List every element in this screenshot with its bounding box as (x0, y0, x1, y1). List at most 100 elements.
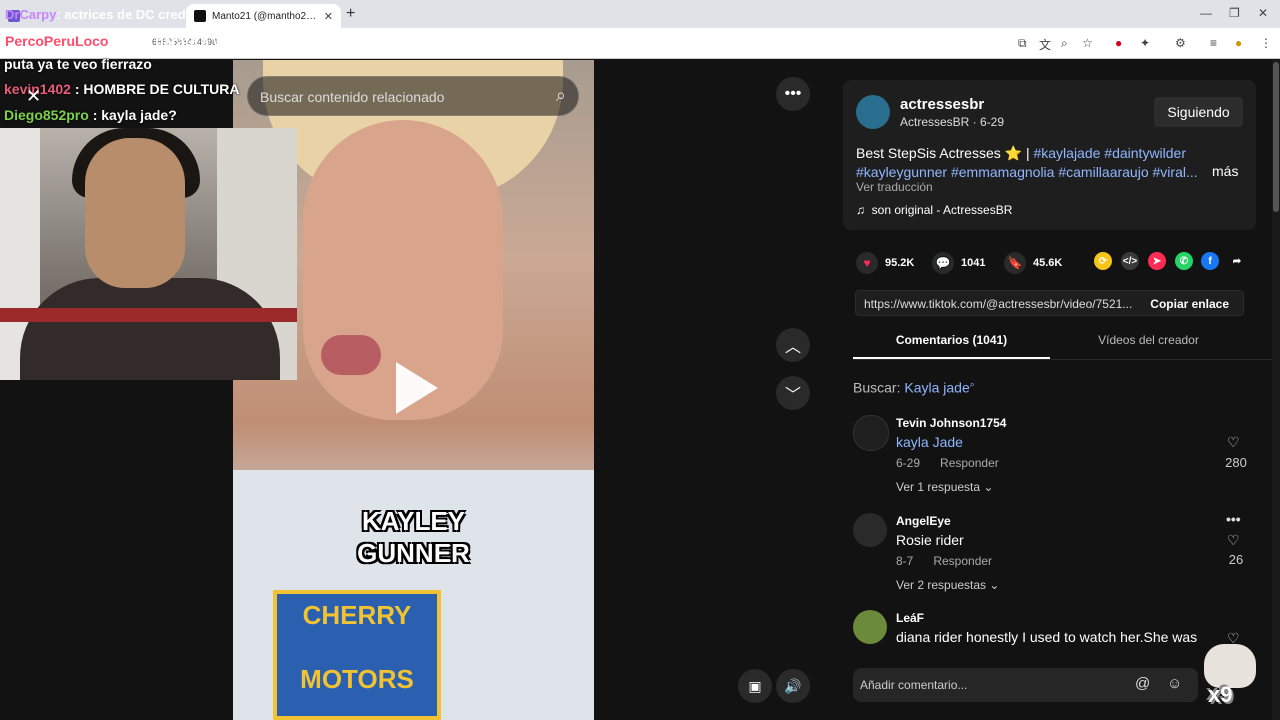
chevron-down-icon[interactable]: ﹀ (776, 376, 810, 410)
translate-link[interactable]: Ver traducción (856, 180, 933, 194)
mention-icon[interactable]: @ (1135, 675, 1150, 692)
play-icon[interactable] (396, 362, 438, 414)
search-placeholder: Buscar contenido relacionado (260, 89, 445, 105)
tab-title: Manto21 (@mantho21) | TikTok (212, 10, 318, 22)
minimize-icon[interactable]: — (1200, 6, 1212, 20)
playlist-icon[interactable]: ≡ (1210, 36, 1217, 50)
comment-like-count: 280 (1225, 455, 1247, 470)
creator-avatar[interactable] (856, 95, 890, 129)
share-link-box: https://www.tiktok.com/@actressesbr/vide… (855, 290, 1244, 316)
devtools-icon[interactable]: ⚙ (1175, 36, 1186, 50)
creator-username[interactable]: actressesbr (900, 96, 984, 113)
miniplayer-icon[interactable]: ▣ (738, 669, 772, 703)
menu-dots-icon[interactable]: ⋮ (1260, 36, 1272, 50)
video-lips-shape (321, 335, 381, 375)
opera-extension-icon[interactable]: ● (1115, 36, 1122, 50)
cast-icon[interactable]: ⧉ (1018, 36, 1027, 51)
close-tab-icon[interactable]: ✕ (324, 10, 333, 23)
view-replies-link[interactable]: Ver 1 respuesta ⌄ (896, 480, 993, 494)
like-count: 95.2K (885, 257, 915, 269)
zoom-icon[interactable]: ⌕ (1061, 36, 1068, 51)
search-small-icon: ⌕ (969, 379, 975, 389)
whatsapp-icon[interactable]: ✆ (1175, 252, 1193, 270)
translate-icon[interactable]: 文 (1039, 36, 1051, 53)
shirt-logo-line2: MOTORS (300, 664, 414, 694)
shirt-logo: CHERRY MOTORS (273, 590, 441, 720)
view-replies-link[interactable]: Ver 2 respuestas ⌄ (896, 578, 999, 592)
close-video-icon[interactable]: ✕ (26, 86, 41, 107)
reply-button[interactable]: Responder (933, 554, 992, 568)
comment-author[interactable]: Tevin Johnson1754 (896, 416, 1006, 430)
heart-icon[interactable]: ♥ (856, 252, 878, 274)
close-window-icon[interactable]: ✕ (1258, 6, 1268, 20)
browser-tab-active[interactable]: Manto21 (@mantho21) | TikTok ✕ (186, 4, 341, 28)
hashtag[interactable]: #kayleygunner (856, 164, 947, 180)
comment-more-icon[interactable]: ••• (1226, 511, 1241, 527)
bookmark-icon[interactable]: 🔖 (1004, 252, 1026, 274)
webcam-overlay (0, 128, 297, 380)
sound-link[interactable]: ♫ son original - ActressesBR (856, 203, 1012, 217)
new-tab-button[interactable]: + (346, 5, 355, 23)
active-tab-underline (853, 357, 1050, 359)
facebook-icon[interactable]: f (1201, 252, 1219, 270)
comment-author[interactable]: AngelEye (896, 514, 951, 528)
search-icon[interactable]: ⌕ (556, 85, 566, 106)
reply-button[interactable]: Responder (940, 456, 999, 470)
post-description: Best StepSis Actresses ⭐ | #kaylajade #d… (856, 145, 1198, 180)
hashtag[interactable]: #daintywilder (1104, 145, 1186, 161)
copy-link-button[interactable]: Copiar enlace (1150, 297, 1229, 311)
save-stat[interactable]: 🔖 45.6K (1004, 252, 1062, 274)
comment-meta: 8-7 Responder (896, 554, 993, 568)
hashtag[interactable]: #emmamagnolia (951, 164, 1055, 180)
comment-text: Rosie rider (896, 532, 964, 548)
like-stat[interactable]: ♥ 95.2K (856, 252, 914, 274)
emoji-icon[interactable]: ☺ (1167, 675, 1182, 692)
chat-line: Diego852pro : kayla jade? (4, 107, 177, 123)
scrollbar-thumb[interactable] (1273, 62, 1279, 212)
related-search-input[interactable]: Buscar contenido relacionado ⌕ (247, 76, 579, 116)
hashtag[interactable]: #camillaaraujo (1058, 164, 1148, 180)
chat-line: puta ya te veo fierrazo (4, 56, 152, 72)
comments-tab-row: Comentarios (1041) Vídeos del creador (853, 333, 1272, 360)
comment-text: kayla Jade (896, 434, 963, 450)
follow-button[interactable]: Siguiendo (1154, 97, 1243, 127)
share-arrow-icon[interactable]: ➦ (1228, 252, 1246, 270)
avatar[interactable] (853, 513, 887, 547)
shirt-logo-line1: CHERRY (302, 600, 412, 630)
save-count: 45.6K (1033, 257, 1063, 269)
extensions-icon[interactable]: ✦ (1140, 36, 1150, 50)
hashtag[interactable]: #viral... (1153, 164, 1198, 180)
profile-avatar-icon[interactable]: ● (1235, 36, 1242, 50)
comment-stat[interactable]: 💬 1041 (932, 252, 985, 274)
comment-icon[interactable]: 💬 (932, 252, 954, 274)
overlay-user-2: PercoPeruLoco: Begs parate a ver (5, 33, 234, 49)
comment-placeholder: Añadir comentario... (860, 678, 968, 692)
send-icon[interactable]: ➤ (1148, 252, 1166, 270)
comment-count: 1041 (961, 257, 986, 269)
heart-outline-icon[interactable]: ♡ (1227, 532, 1240, 549)
comment-author[interactable]: LeáF (896, 611, 924, 625)
comment-input[interactable]: Añadir comentario... @ ☺ (853, 668, 1198, 702)
comment-search-hint: Buscar: Kayla jade⌕ (853, 379, 975, 396)
search-keyword[interactable]: Kayla jade (904, 380, 969, 396)
heart-outline-icon[interactable]: ♡ (1227, 434, 1240, 451)
music-note-icon: ♫ (856, 203, 865, 217)
tab-comments[interactable]: Comentarios (1041) (853, 333, 1050, 347)
hashtag[interactable]: #kaylajade (1033, 145, 1100, 161)
restore-icon[interactable]: ❐ (1229, 6, 1240, 20)
webcam-head (85, 138, 185, 288)
more-link[interactable]: más (1212, 163, 1238, 179)
embed-icon[interactable]: </> (1121, 252, 1139, 270)
repost-icon[interactable]: ⟳ (1094, 252, 1112, 270)
comment-like-count: 26 (1228, 552, 1244, 567)
avatar[interactable] (853, 415, 889, 451)
browser-tab-bar: Manto21 (@mantho21) | TikTok ✕ + — ❐ ✕ (0, 0, 1280, 28)
avatar[interactable] (853, 610, 887, 644)
volume-icon[interactable]: 🔊 (776, 669, 810, 703)
bookmark-star-icon[interactable]: ☆ (1082, 36, 1093, 50)
chevron-up-icon[interactable]: ︿ (776, 328, 810, 362)
tab-creator-videos[interactable]: Vídeos del creador (1050, 333, 1247, 347)
scrollbar[interactable] (1272, 60, 1280, 720)
more-options-icon[interactable]: ••• (776, 77, 810, 111)
share-url[interactable]: https://www.tiktok.com/@actressesbr/vide… (864, 297, 1140, 311)
